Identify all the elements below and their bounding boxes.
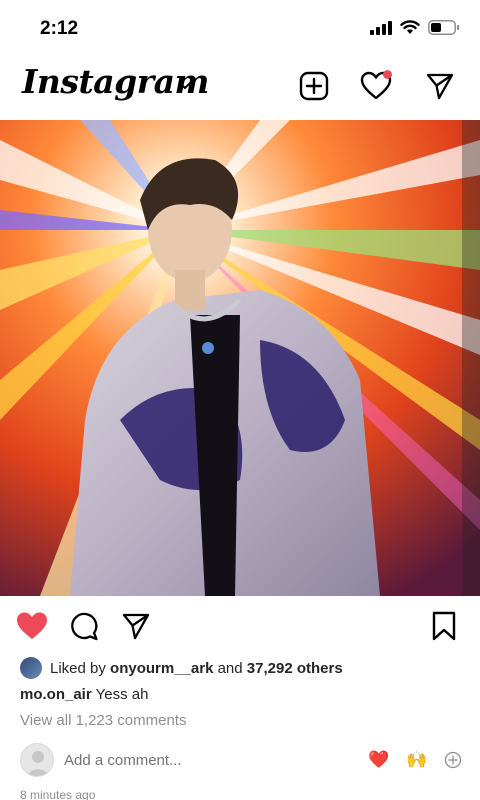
status-icons [370, 20, 460, 40]
battery-icon [428, 20, 460, 40]
caption-username[interactable]: mo.on_air [20, 686, 92, 703]
wifi-icon [400, 20, 420, 40]
liked-by-prefix: Liked by [50, 659, 106, 677]
likes-summary[interactable]: Liked by onyourm__ark and 37,292 others [20, 656, 470, 680]
save-bookmark-icon[interactable] [428, 610, 460, 642]
quick-reaction-heart[interactable]: ❤️ [368, 750, 389, 770]
liked-by-joiner: and [217, 659, 243, 677]
status-time: 2:12 [40, 18, 79, 39]
status-bar: 2:12 [0, 0, 480, 56]
add-emoji-icon[interactable] [444, 751, 462, 774]
app-header: Instagram [0, 56, 480, 116]
comment-input[interactable] [64, 751, 294, 769]
new-post-icon[interactable] [298, 70, 330, 102]
avatar[interactable] [20, 657, 42, 679]
activity-heart-icon[interactable] [360, 70, 392, 102]
notification-dot [383, 70, 392, 79]
post-timestamp: 8 minutes ago [20, 788, 96, 800]
chevron-down-icon[interactable] [178, 78, 192, 96]
liked-by-user[interactable]: onyourm__ark [110, 660, 213, 677]
liked-by-others[interactable]: 37,292 others [247, 660, 343, 677]
post-actions [0, 606, 480, 646]
signal-icon [370, 20, 392, 40]
like-heart-icon[interactable] [16, 610, 48, 642]
share-icon[interactable] [120, 610, 152, 642]
view-all-comments-link[interactable]: View all 1,223 comments [20, 712, 186, 729]
quick-reaction-raised-hands[interactable]: 🙌 [406, 750, 427, 770]
add-comment-row: ❤️ 🙌 [20, 742, 464, 778]
comment-icon[interactable] [68, 610, 100, 642]
caption: mo.on_air Yess ah [20, 686, 148, 703]
caption-text: Yess ah [95, 686, 149, 703]
direct-message-icon[interactable] [424, 70, 456, 102]
post-photo[interactable] [0, 120, 480, 596]
avatar [20, 743, 54, 777]
